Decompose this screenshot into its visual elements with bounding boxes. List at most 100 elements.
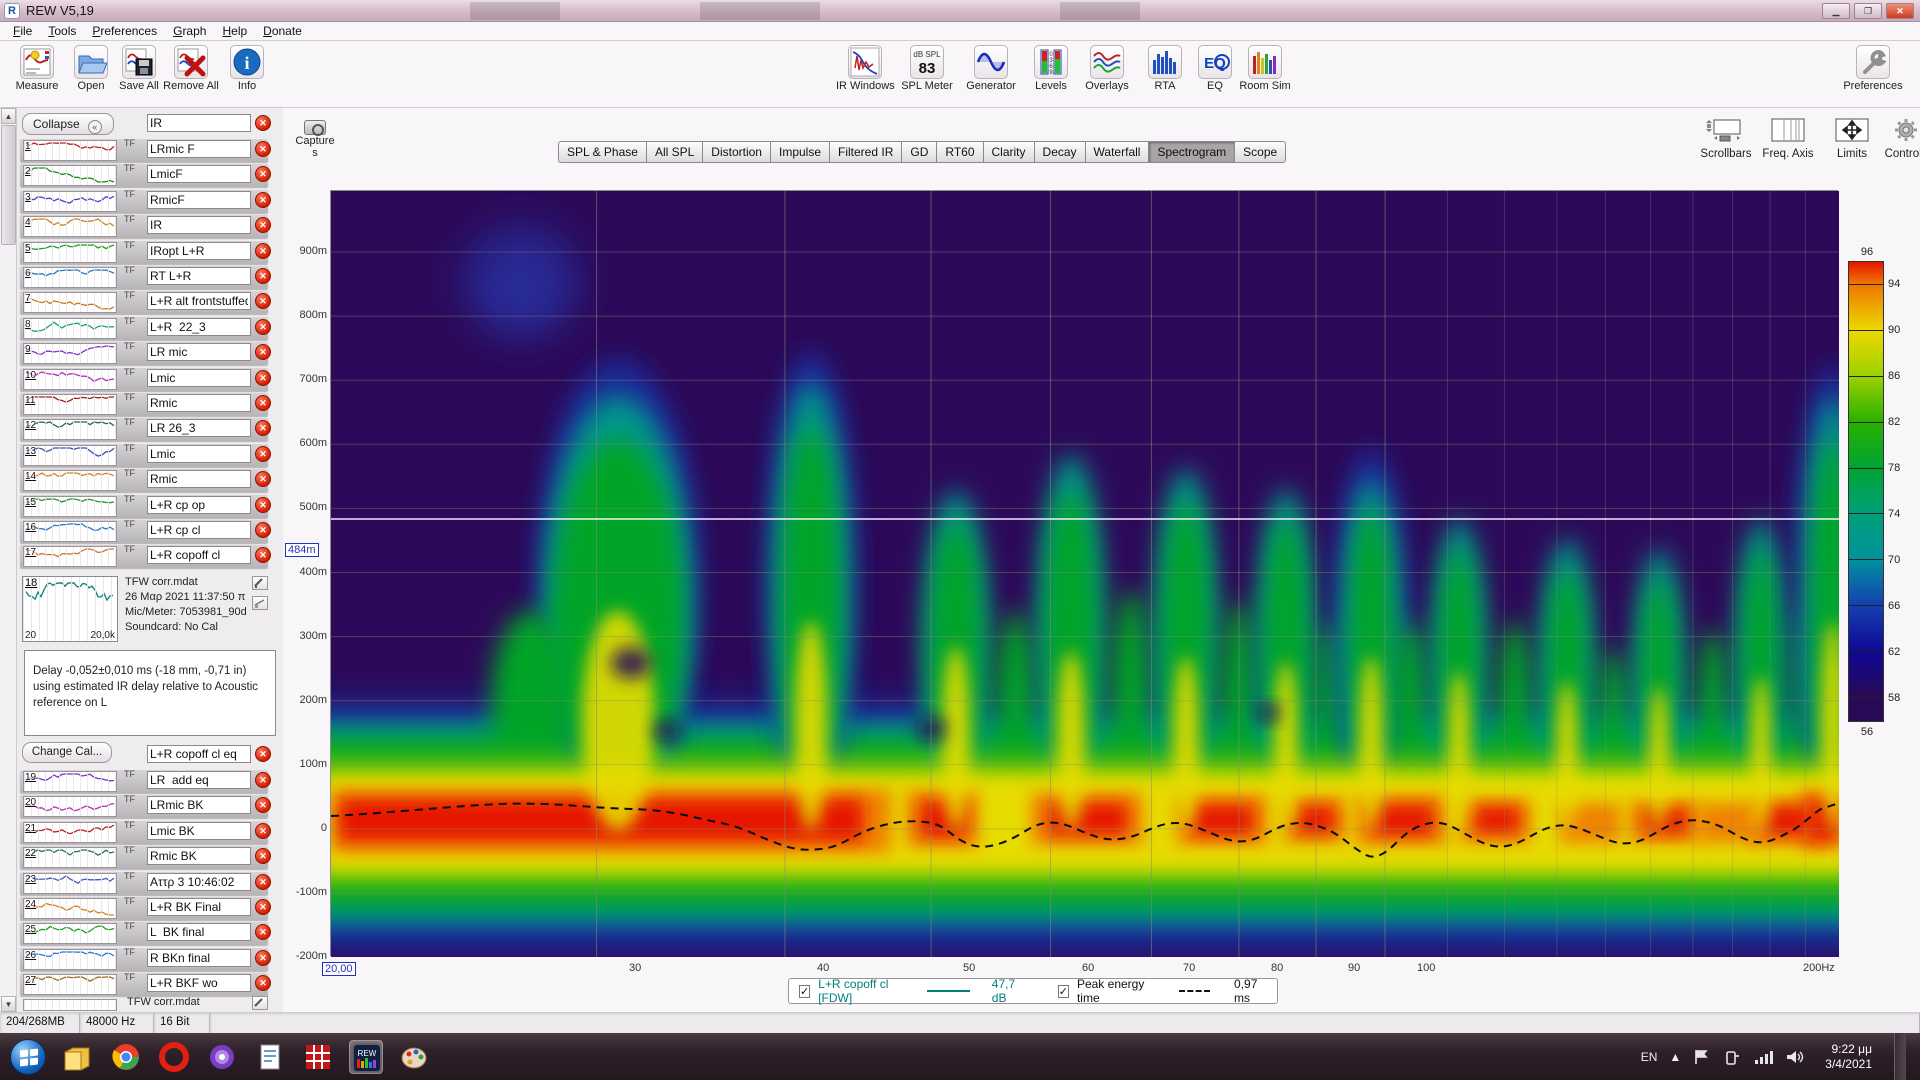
tab-all-spl[interactable]: All SPL [645,141,703,163]
measurement-row-22[interactable]: 22 TF ✕ [20,844,280,870]
measurement-row-7[interactable]: 7 TF ✕ [20,289,280,315]
measurement-name-input[interactable] [147,521,251,539]
delete-measurement-icon[interactable]: ✕ [255,522,271,538]
measurement-thumbnail[interactable]: 26 [23,948,117,970]
tray-expand-icon[interactable]: ▲ [1669,1050,1681,1064]
delete-measurement-icon[interactable]: ✕ [255,217,271,234]
measure-button[interactable]: Measure [8,43,66,92]
measurement-thumbnail[interactable]: 23 [23,872,117,894]
measurement-thumbnail[interactable]: 18 20 20,0k [22,576,118,642]
measurement-thumbnail[interactable]: 4 [23,216,117,238]
measurement-name-input[interactable] [147,821,251,840]
delete-measurement-icon[interactable]: ✕ [255,848,271,865]
measurement-row-23[interactable]: 23 TF ✕ [20,870,280,895]
taskbar-explorer-icon[interactable] [61,1040,95,1074]
maximize-button[interactable]: ❐ [1854,3,1882,19]
measurement-thumbnail[interactable]: 11 [23,394,117,415]
language-indicator[interactable]: EN [1641,1050,1658,1064]
delete-measurement-icon[interactable]: ✕ [255,268,271,284]
delete-measurement-icon[interactable]: ✕ [255,746,271,762]
taskbar-grid-app-icon[interactable] [301,1040,335,1074]
measurement-name-input[interactable] [147,292,251,311]
measurement-name-input[interactable] [147,241,251,260]
delete-measurement-icon[interactable]: ✕ [255,445,271,462]
delete-measurement-icon[interactable]: ✕ [255,420,271,437]
measurement-thumbnail[interactable]: 10 [23,368,117,390]
measurement-row-9[interactable]: 9 TF ✕ [20,340,280,366]
measurement-name-input[interactable] [147,771,251,789]
notes-icon[interactable] [252,996,268,1010]
capture-button[interactable]: Capture s [293,120,337,159]
selected-measurement-name-input[interactable] [147,745,251,763]
measurement-name-input[interactable] [147,114,251,132]
measurement-thumbnail[interactable]: 2 [23,165,117,187]
measurement-thumbnail[interactable]: 7 [23,292,117,314]
measurement-name-input[interactable] [147,948,251,967]
delete-measurement-icon[interactable]: ✕ [255,166,271,183]
measurement-name-input[interactable] [147,872,251,891]
measurement-row-13[interactable]: 13 TF ✕ [20,442,280,467]
tab-decay[interactable]: Decay [1033,141,1085,163]
scrollbars-button[interactable]: Scrollbars [1693,116,1759,160]
menu-help[interactable]: Help [215,23,254,39]
measurement-name-input[interactable] [147,165,251,184]
measurement-row-19[interactable]: 19 TF ✕ [20,768,280,793]
measurement-name-input[interactable] [147,847,251,866]
taskbar-opera-icon[interactable] [157,1040,191,1074]
measurement-thumbnail[interactable]: 22 [23,847,117,869]
measurement-thumbnail[interactable]: 27 [23,974,117,996]
menu-file[interactable]: File [6,23,39,39]
info-button[interactable]: i Info [218,43,276,92]
menu-tools[interactable]: Tools [41,23,83,39]
tab-waterfall[interactable]: Waterfall [1084,141,1149,163]
delete-measurement-icon[interactable]: ✕ [255,822,271,839]
measurement-name-input[interactable] [147,546,251,565]
taskbar-notepad-icon[interactable] [253,1040,287,1074]
delete-measurement-icon[interactable]: ✕ [255,191,271,208]
tab-filtered-ir[interactable]: Filtered IR [829,141,902,163]
menu-donate[interactable]: Donate [256,23,309,39]
scrollbar-thumb[interactable] [1,125,16,245]
delete-measurement-icon[interactable]: ✕ [255,772,271,788]
measurement-row-6[interactable]: 6 TF ✕ [20,264,280,289]
tab-gd[interactable]: GD [901,141,937,163]
room-sim-button[interactable]: Room Sim [1236,43,1294,92]
taskbar-paint-icon[interactable] [397,1040,431,1074]
measurement-name-input[interactable] [147,923,251,942]
measurement-row-26[interactable]: 26 TF ✕ [20,946,280,971]
measurement-name-input[interactable] [147,444,251,463]
measurement-row-top[interactable]: ✕ [20,111,280,136]
generator-button[interactable]: Generator [962,43,1020,92]
trace-checkbox[interactable]: ✓ [799,984,811,998]
measurement-name-input[interactable] [147,974,251,993]
delete-measurement-icon[interactable]: ✕ [255,924,271,941]
measurement-thumbnail[interactable]: 14 [23,470,117,492]
freq-axis-button[interactable]: Freq. Axis [1755,116,1821,160]
measurement-name-input[interactable] [147,898,251,916]
notes-icon[interactable] [252,576,268,590]
tab-clarity[interactable]: Clarity [982,141,1034,163]
measurement-row-4[interactable]: 4 TF ✕ [20,213,280,239]
taskbar-clock[interactable]: 9:22 μμ 3/4/2021 [1817,1042,1872,1072]
measurement-thumbnail[interactable]: 24 [23,898,117,919]
delete-measurement-icon[interactable]: ✕ [255,949,271,966]
measurement-row-15[interactable]: 15 TF ✕ [20,493,280,518]
delete-measurement-icon[interactable]: ✕ [255,115,271,131]
measurement-name-input[interactable] [147,495,251,514]
measurement-row-5[interactable]: 5 TF ✕ [20,239,280,264]
measurement-row-17[interactable]: 17 TF ✕ [20,543,280,569]
measurement-thumbnail[interactable]: 5 [23,241,117,263]
menu-preferences[interactable]: Preferences [85,23,164,39]
show-desktop-button[interactable] [1894,1033,1906,1080]
measurement-row-24[interactable]: 24 TF ✕ [20,895,280,920]
network-icon[interactable] [1753,1049,1774,1065]
tab-rt60[interactable]: RT60 [936,141,983,163]
delete-measurement-icon[interactable]: ✕ [255,899,271,915]
overlays-button[interactable]: Overlays [1078,43,1136,92]
measurement-row-11[interactable]: 11 TF ✕ [20,391,280,416]
measurement-thumbnail[interactable]: 16 [23,521,117,542]
delete-measurement-icon[interactable]: ✕ [255,293,271,310]
measurement-name-input[interactable] [147,419,251,438]
start-button[interactable] [10,1038,46,1075]
delete-measurement-icon[interactable]: ✕ [255,318,271,335]
